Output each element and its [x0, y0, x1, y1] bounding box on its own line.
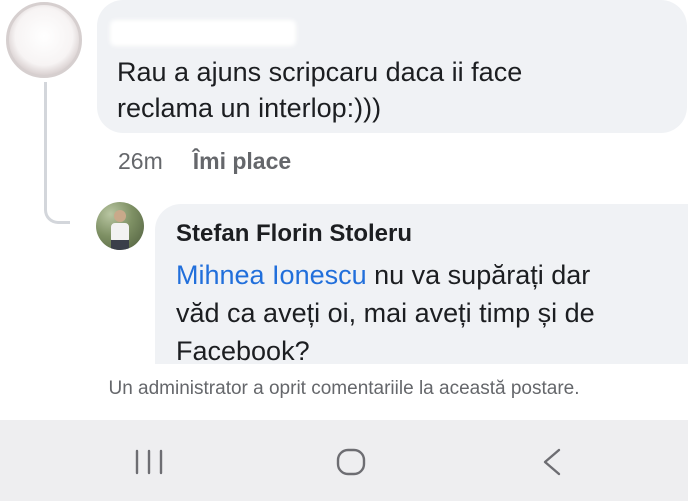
- back-icon[interactable]: [541, 448, 563, 476]
- comment-bubble[interactable]: Rau a ajuns scripcaru daca ii face recla…: [97, 0, 687, 133]
- reply-bubble[interactable]: Stefan Florin Stoleru Mihnea Ionescu nu …: [155, 204, 688, 366]
- reply-author-name[interactable]: Stefan Florin Stoleru: [176, 220, 412, 248]
- home-icon[interactable]: [336, 448, 366, 476]
- reply-text-line-1: nu va supărați dar: [366, 260, 591, 290]
- commenter-avatar[interactable]: [6, 2, 82, 78]
- reply-text: Mihnea Ionescu nu va supărați dar văd ca…: [176, 256, 666, 370]
- reply-author-avatar[interactable]: [96, 202, 144, 250]
- like-button[interactable]: Îmi place: [193, 148, 291, 175]
- reply-text-line-2: văd ca aveți oi, mai aveți timp și de: [176, 298, 595, 328]
- android-navigation-bar: [0, 420, 688, 501]
- comment-text-line-2: reclama un interlop:))): [117, 93, 382, 123]
- comment-text: Rau a ajuns scripcaru daca ii face recla…: [117, 54, 557, 126]
- reply-text-line-3: Facebook?: [176, 336, 310, 366]
- comment-actions: 26m Îmi place: [118, 148, 291, 175]
- mention-link[interactable]: Mihnea Ionescu: [176, 260, 367, 290]
- reply-thread-line: [44, 82, 70, 224]
- redacted-author-name: [110, 20, 296, 46]
- comments-disabled-notice: Un administrator a oprit comentariile la…: [108, 378, 580, 399]
- person-photo-icon: [111, 210, 129, 250]
- comment-text-line-1: Rau a ajuns scripcaru daca ii face: [117, 57, 523, 87]
- comment-timestamp[interactable]: 26m: [118, 148, 163, 175]
- recent-apps-icon[interactable]: [133, 448, 165, 476]
